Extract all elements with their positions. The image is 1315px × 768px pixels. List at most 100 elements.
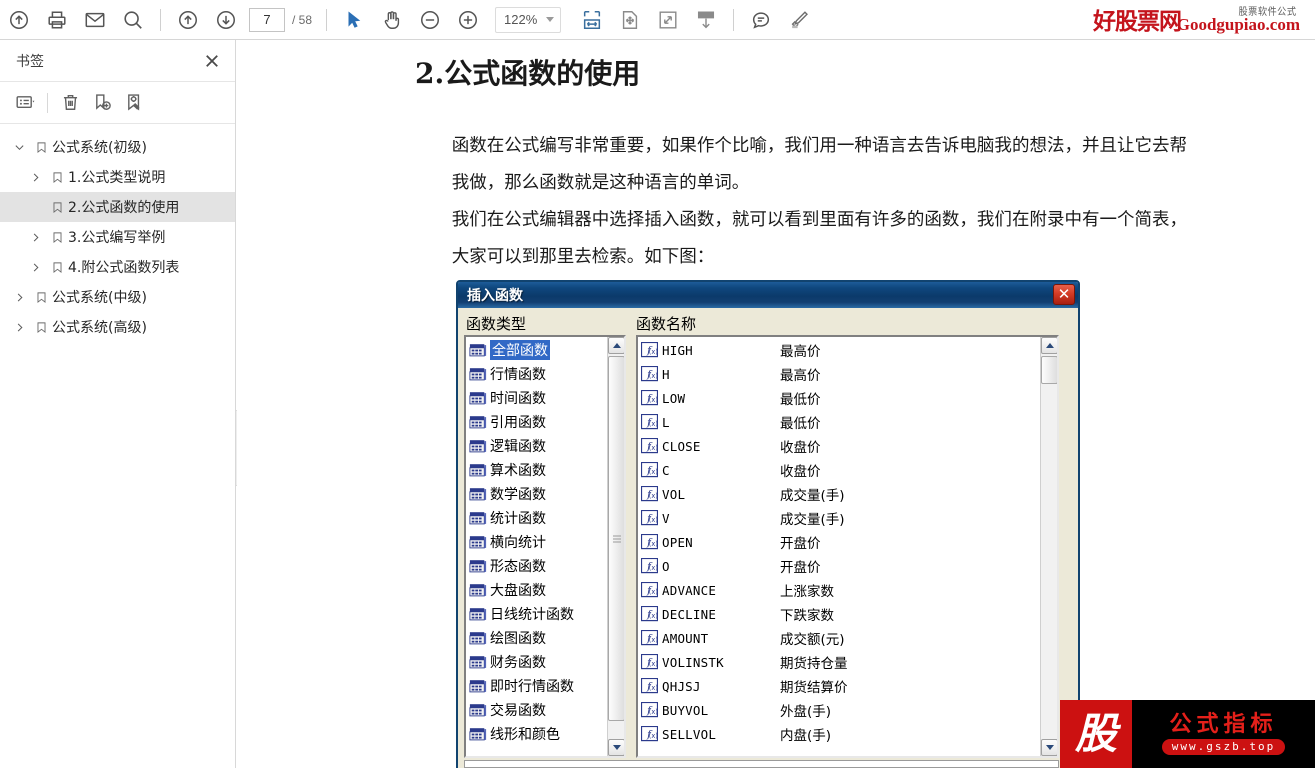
logo-chinese: 好股票网 bbox=[1093, 9, 1182, 35]
bookmark-item[interactable]: 4.附公式函数列表 bbox=[0, 252, 235, 282]
function-fx-icon: f (x) bbox=[640, 341, 659, 358]
function-fx-icon: f (x) bbox=[640, 533, 659, 550]
function-item[interactable]: f (x) CLOSE 收盘价 bbox=[638, 434, 1057, 458]
function-item[interactable]: f (x) HIGH 最高价 bbox=[638, 338, 1057, 362]
svg-text:(x): (x) bbox=[649, 708, 658, 716]
function-category-label: 全部函数 bbox=[490, 340, 550, 360]
chevron-right-icon[interactable] bbox=[24, 232, 46, 243]
comment-icon[interactable] bbox=[742, 1, 780, 39]
bookmark-item[interactable]: 公式系统(高级) bbox=[0, 312, 235, 342]
function-name-scrollbar[interactable] bbox=[1040, 337, 1057, 756]
add-bookmark-icon[interactable] bbox=[86, 88, 118, 118]
function-item[interactable]: f (x) VOL 成交量(手) bbox=[638, 482, 1057, 506]
zoom-level-select[interactable]: 122% bbox=[495, 6, 562, 33]
scrollbar-thumb[interactable] bbox=[608, 356, 624, 721]
page-up-icon[interactable] bbox=[169, 1, 207, 39]
print-icon[interactable] bbox=[38, 1, 76, 39]
function-category-item[interactable]: 引用函数 bbox=[466, 410, 624, 434]
function-item[interactable]: f (x) SELLVOL 内盘(手) bbox=[638, 722, 1057, 746]
function-category-item[interactable]: 形态函数 bbox=[466, 554, 624, 578]
function-category-item[interactable]: 数学函数 bbox=[466, 482, 624, 506]
fit-width-icon[interactable] bbox=[573, 1, 611, 39]
function-type-listbox[interactable]: 全部函数 行情函数 时间函数 引用函数 逻辑函数 算术函数 数学函数 统计函数 横向统计 形态函数… bbox=[464, 335, 626, 758]
function-category-item[interactable]: 线形和颜色 bbox=[466, 722, 624, 746]
fullscreen-icon[interactable] bbox=[649, 1, 687, 39]
bookmark-item[interactable]: 2.公式函数的使用 bbox=[0, 192, 235, 222]
chevron-right-icon[interactable] bbox=[8, 322, 30, 333]
page-down-icon[interactable] bbox=[207, 1, 245, 39]
function-name-listbox[interactable]: f (x) HIGH 最高价 f (x) H 最高价 f (x) LOW 最低价 f (x) L 最低价 f (x… bbox=[636, 335, 1059, 758]
scroll-down-button[interactable] bbox=[1041, 739, 1057, 756]
function-item[interactable]: f (x) C 收盘价 bbox=[638, 458, 1057, 482]
function-category-item[interactable]: 逻辑函数 bbox=[466, 434, 624, 458]
page-navigation: / 58 bbox=[249, 7, 312, 32]
function-category-item[interactable]: 大盘函数 bbox=[466, 578, 624, 602]
chevron-right-icon[interactable] bbox=[24, 172, 46, 183]
function-item[interactable]: f (x) O 开盘价 bbox=[638, 554, 1057, 578]
function-name: C bbox=[662, 462, 670, 478]
bookmark-item[interactable]: 公式系统(中级) bbox=[0, 282, 235, 312]
chevron-right-icon[interactable] bbox=[8, 292, 30, 303]
insert-function-dialog: 插入函数 ✕ 函数类型 函数名称 全部函数 行情函数 时间函数 引用函数 逻辑函数 算术函… bbox=[456, 280, 1080, 768]
list-options-icon[interactable] bbox=[9, 88, 41, 118]
scrollbar-thumb[interactable] bbox=[1041, 356, 1057, 384]
close-icon[interactable] bbox=[201, 50, 223, 72]
scrollbar-grip bbox=[613, 535, 621, 542]
function-item[interactable]: f (x) LOW 最低价 bbox=[638, 386, 1057, 410]
function-item[interactable]: f (x) QHJSJ 期货结算价 bbox=[638, 674, 1057, 698]
zoom-out-icon[interactable] bbox=[411, 1, 449, 39]
function-type-scrollbar[interactable] bbox=[607, 337, 624, 756]
search-icon[interactable] bbox=[114, 1, 152, 39]
function-item[interactable]: f (x) L 最低价 bbox=[638, 410, 1057, 434]
bookmark-item[interactable]: 公式系统(初级) bbox=[0, 132, 235, 162]
hand-tool-icon[interactable] bbox=[373, 1, 411, 39]
delete-bookmark-icon[interactable] bbox=[54, 88, 86, 118]
function-category-item[interactable]: 统计函数 bbox=[466, 506, 624, 530]
bookmark-item[interactable]: 3.公式编写举例 bbox=[0, 222, 235, 252]
function-fx-icon: f (x) bbox=[640, 605, 659, 622]
function-category-item[interactable]: 时间函数 bbox=[466, 386, 624, 410]
function-item[interactable]: f (x) VOLINSTK 期货持仓量 bbox=[638, 650, 1057, 674]
chevron-right-icon[interactable] bbox=[24, 262, 46, 273]
svg-text:(x): (x) bbox=[649, 468, 658, 476]
function-fx-icon: f (x) bbox=[640, 389, 659, 406]
function-name: ADVANCE bbox=[662, 582, 717, 598]
function-category-item[interactable]: 绘图函数 bbox=[466, 626, 624, 650]
select-tool-icon[interactable] bbox=[335, 1, 373, 39]
chevron-down-icon[interactable] bbox=[8, 142, 30, 153]
highlight-icon[interactable] bbox=[780, 1, 818, 39]
function-item[interactable]: f (x) DECLINE 下跌家数 bbox=[638, 602, 1057, 626]
function-name: DECLINE bbox=[662, 606, 717, 622]
dialog-close-icon[interactable]: ✕ bbox=[1053, 284, 1075, 305]
sidebar-title: 书签 bbox=[16, 53, 44, 70]
function-description: 上涨家数 bbox=[780, 584, 834, 600]
scroll-up-button[interactable] bbox=[608, 337, 624, 354]
function-category-item[interactable]: 日线统计函数 bbox=[466, 602, 624, 626]
snapshot-icon[interactable] bbox=[687, 1, 725, 39]
scroll-down-button[interactable] bbox=[608, 739, 624, 756]
function-category-item[interactable]: 财务函数 bbox=[466, 650, 624, 674]
function-item[interactable]: f (x) ADVANCE 上涨家数 bbox=[638, 578, 1057, 602]
function-item[interactable]: f (x) OPEN 开盘价 bbox=[638, 530, 1057, 554]
function-item[interactable]: f (x) V 成交量(手) bbox=[638, 506, 1057, 530]
function-category-item[interactable]: 算术函数 bbox=[466, 458, 624, 482]
function-category-label: 即时行情函数 bbox=[490, 679, 574, 695]
edit-bookmark-icon[interactable] bbox=[118, 88, 150, 118]
function-category-item[interactable]: 即时行情函数 bbox=[466, 674, 624, 698]
function-item[interactable]: f (x) BUYVOL 外盘(手) bbox=[638, 698, 1057, 722]
email-icon[interactable] bbox=[76, 1, 114, 39]
function-category-item[interactable]: 交易函数 bbox=[466, 698, 624, 722]
upload-icon[interactable] bbox=[0, 1, 38, 39]
bookmark-item[interactable]: 1.公式类型说明 bbox=[0, 162, 235, 192]
page-number-input[interactable] bbox=[249, 7, 285, 32]
function-item[interactable]: f (x) AMOUNT 成交额(元) bbox=[638, 626, 1057, 650]
function-description: 收盘价 bbox=[780, 440, 821, 456]
function-item[interactable]: f (x) H 最高价 bbox=[638, 362, 1057, 386]
fit-page-icon[interactable] bbox=[611, 1, 649, 39]
function-category-item[interactable]: 横向统计 bbox=[466, 530, 624, 554]
function-category-item[interactable]: 行情函数 bbox=[466, 362, 624, 386]
dialog-bottom-field[interactable] bbox=[464, 760, 1059, 768]
scroll-up-button[interactable] bbox=[1041, 337, 1057, 354]
zoom-in-icon[interactable] bbox=[449, 1, 487, 39]
function-category-item[interactable]: 全部函数 bbox=[466, 338, 624, 362]
